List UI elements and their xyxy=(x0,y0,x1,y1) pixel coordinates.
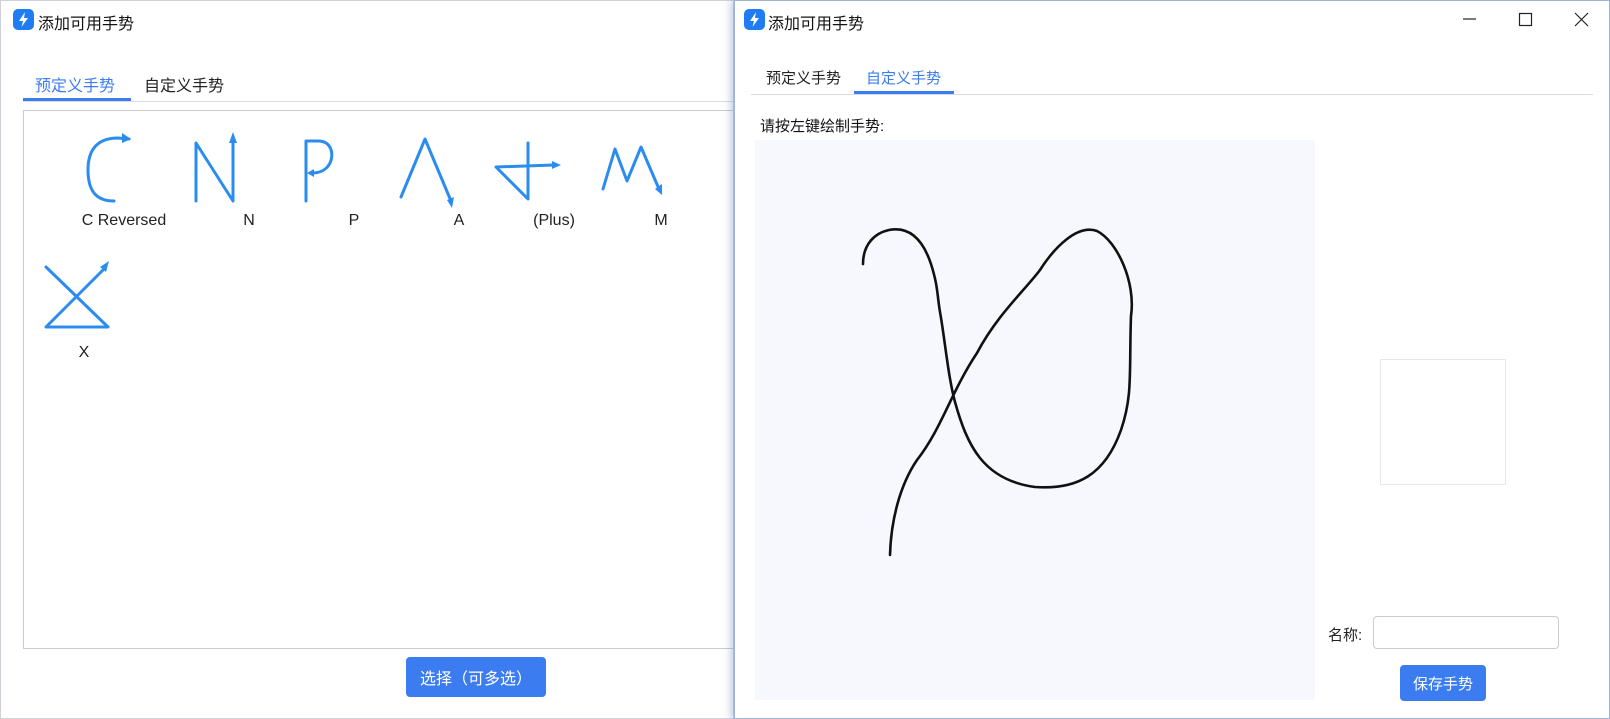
custom-gesture-window: 添加可用手势 预定义手势 自定义手势 请按左键绘制手势: 名称: 保存手势 xyxy=(734,0,1610,719)
tab-predefined[interactable]: 预定义手势 xyxy=(35,72,115,96)
drawn-stroke xyxy=(861,228,1134,557)
tab-bar-divider xyxy=(751,94,1593,95)
name-label: 名称: xyxy=(1328,627,1363,644)
tab-bar-divider xyxy=(23,101,733,102)
window-title: 添加可用手势 xyxy=(38,16,135,33)
gesture-item-plus[interactable]: (Plus) xyxy=(494,123,575,233)
app-lightning-icon xyxy=(13,9,34,30)
gesture-list: C Reversed N P A (Plus) M X xyxy=(23,110,733,649)
gesture-drawing-canvas[interactable] xyxy=(755,140,1315,700)
draw-hint: 请按左键绘制手势: xyxy=(760,118,885,135)
predefined-gesture-window: 添加可用手势 预定义手势 自定义手势 C Reversed N P A (Plu… xyxy=(0,0,734,719)
gesture-item-p[interactable]: P xyxy=(294,123,359,233)
gesture-item-x[interactable]: X xyxy=(44,255,124,365)
gesture-item-a[interactable]: A xyxy=(399,123,464,233)
minimize-icon xyxy=(1463,18,1476,20)
active-tab-indicator xyxy=(854,91,954,94)
close-button[interactable] xyxy=(1553,1,1609,39)
gesture-item-m[interactable]: M xyxy=(601,123,671,233)
select-gestures-button[interactable]: 选择（可多选） xyxy=(406,657,546,697)
window-title: 添加可用手势 xyxy=(768,16,865,33)
maximize-button[interactable] xyxy=(1497,1,1553,39)
gesture-preview xyxy=(1380,359,1506,485)
save-gesture-button[interactable]: 保存手势 xyxy=(1400,665,1486,701)
gesture-item-n[interactable]: N xyxy=(189,123,255,233)
maximize-icon xyxy=(1518,12,1533,27)
close-icon xyxy=(1574,12,1589,27)
tab-predefined[interactable]: 预定义手势 xyxy=(766,67,841,88)
minimize-button[interactable] xyxy=(1441,1,1497,39)
tab-custom[interactable]: 自定义手势 xyxy=(866,67,941,88)
app-lightning-icon xyxy=(744,9,765,30)
active-tab-indicator xyxy=(23,98,131,101)
tab-custom[interactable]: 自定义手势 xyxy=(144,72,224,96)
gesture-label: X xyxy=(78,344,90,361)
gesture-label: M xyxy=(654,212,668,229)
gesture-name-input[interactable] xyxy=(1373,616,1559,649)
